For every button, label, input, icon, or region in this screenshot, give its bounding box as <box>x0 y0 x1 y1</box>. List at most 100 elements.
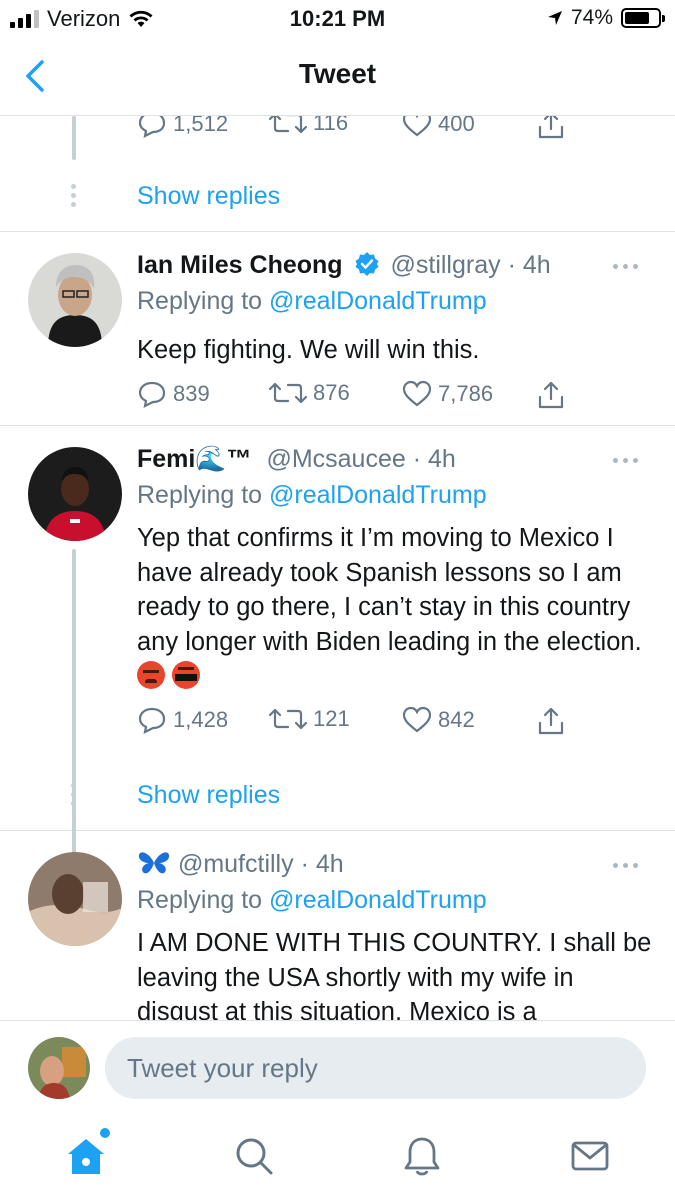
tab-messages[interactable] <box>568 1134 612 1178</box>
more-options-button[interactable] <box>613 261 645 271</box>
reply-input[interactable] <box>105 1037 646 1099</box>
retweet-count: 121 <box>313 706 350 731</box>
replying-prefix: Replying to <box>137 481 263 509</box>
tweet-time: · 4h <box>507 251 551 279</box>
heart-icon <box>402 380 432 407</box>
notification-dot <box>100 1128 110 1138</box>
share-icon <box>538 116 564 139</box>
share-button[interactable] <box>537 116 565 140</box>
reply-icon <box>138 707 166 734</box>
show-replies-link[interactable]: Show replies <box>137 781 280 810</box>
reply-count: 1,512 <box>173 116 229 136</box>
reply-button[interactable]: 1,428 <box>137 706 228 734</box>
verified-badge-icon <box>355 252 379 276</box>
avatar[interactable] <box>28 852 122 946</box>
tweet-text: I AM DONE WITH THIS COUNTRY. I shall be … <box>137 929 652 1020</box>
retweet-icon <box>269 116 307 134</box>
reply-composer <box>0 1020 675 1116</box>
more-replies-dots <box>71 783 77 806</box>
thread-line <box>72 116 76 160</box>
nav-bar: Tweet <box>0 40 675 116</box>
like-count: 7,786 <box>438 381 494 406</box>
reply-feed[interactable]: 1,512 116 400 Show replies Ian Miles Che… <box>0 116 675 1020</box>
retweet-button[interactable]: 121 <box>269 706 350 732</box>
mention-link[interactable]: @realDonaldTrump <box>269 481 487 509</box>
bottom-tab-bar <box>0 1116 675 1200</box>
tweet-actions: 839 876 7,786 <box>137 380 577 414</box>
tweet-item[interactable]: @mufctilly · 4h Replying to @realDonaldT… <box>0 832 675 1020</box>
retweet-count: 876 <box>313 380 350 405</box>
tweet-header: Ian Miles Cheong @stillgray · 4h <box>137 251 551 280</box>
angry-face-icon <box>137 661 165 689</box>
battery-icon <box>621 8 665 28</box>
tweet-time: · 4h <box>300 850 344 878</box>
replying-to: Replying to @realDonaldTrump <box>137 886 487 915</box>
share-icon <box>538 707 564 735</box>
like-button[interactable]: 400 <box>402 116 475 138</box>
tweet-actions: 1,428 121 842 <box>137 706 577 740</box>
notifications-icon <box>404 1137 440 1176</box>
mention-link[interactable]: @realDonaldTrump <box>269 886 487 914</box>
retweet-icon <box>269 382 307 404</box>
cursing-face-icon <box>172 661 201 689</box>
heart-icon <box>402 706 432 733</box>
search-icon <box>236 1138 273 1175</box>
tab-notifications[interactable] <box>400 1134 444 1178</box>
replying-to: Replying to @realDonaldTrump <box>137 481 487 510</box>
replying-prefix: Replying to <box>137 287 263 315</box>
user-handle[interactable]: @mufctilly <box>178 850 294 878</box>
avatar[interactable] <box>28 253 122 347</box>
page-title: Tweet <box>298 58 377 89</box>
butterfly-icon <box>138 852 170 874</box>
tweet-header: Femi🌊™ @Mcsaucee · 4h <box>137 445 456 474</box>
avatar-image <box>28 852 122 946</box>
tweet-body: Yep that confirms it I’m moving to Mexic… <box>137 521 657 694</box>
reply-icon <box>138 381 166 408</box>
tweet-text: Keep fighting. We will win this. <box>137 336 480 364</box>
reply-button[interactable]: 1,512 <box>137 116 228 138</box>
retweet-icon <box>269 708 307 730</box>
avatar-image <box>28 1037 90 1099</box>
display-name[interactable]: Femi🌊™ <box>137 445 251 473</box>
retweet-button[interactable]: 876 <box>269 380 350 406</box>
messages-icon <box>571 1141 609 1171</box>
user-handle[interactable]: @stillgray <box>391 251 501 279</box>
retweet-count: 116 <box>313 116 349 135</box>
tweet-text: Yep that confirms it I’m moving to Mexic… <box>137 524 642 656</box>
retweet-button[interactable]: 116 <box>269 116 348 136</box>
avatar-image <box>28 447 122 541</box>
more-options-button[interactable] <box>613 455 645 465</box>
tab-home[interactable] <box>64 1128 110 1178</box>
share-button[interactable] <box>537 706 565 736</box>
show-replies-link[interactable]: Show replies <box>137 182 280 211</box>
like-count: 842 <box>438 707 475 732</box>
location-arrow-icon <box>547 11 562 25</box>
current-user-avatar[interactable] <box>28 1037 90 1099</box>
like-button[interactable]: 842 <box>402 706 475 734</box>
share-button[interactable] <box>537 380 565 410</box>
heart-icon <box>402 116 432 137</box>
avatar-image <box>28 253 122 347</box>
tweet-item[interactable]: Femi🌊™ @Mcsaucee · 4h Replying to @realD… <box>0 427 675 877</box>
mention-link[interactable]: @realDonaldTrump <box>269 287 487 315</box>
status-bar: Verizon 10:21 PM 74% <box>0 0 675 40</box>
tweet-actions: 1,512 116 400 <box>137 116 577 144</box>
avatar[interactable] <box>28 447 122 541</box>
tweet-time: · 4h <box>412 445 456 473</box>
reply-button[interactable]: 839 <box>137 380 210 408</box>
tweet-item[interactable]: Ian Miles Cheong @stillgray · 4h Replyin… <box>0 233 675 426</box>
home-icon <box>68 1139 104 1174</box>
share-icon <box>538 381 564 409</box>
like-button[interactable]: 7,786 <box>402 380 493 408</box>
like-count: 400 <box>438 116 475 136</box>
user-handle[interactable]: @Mcsaucee <box>266 445 405 473</box>
display-name[interactable]: Ian Miles Cheong <box>137 251 343 279</box>
partial-tweet: 1,512 116 400 Show replies <box>0 116 675 232</box>
more-options-button[interactable] <box>613 860 645 870</box>
thread-line <box>72 549 76 877</box>
replying-to: Replying to @realDonaldTrump <box>137 287 487 316</box>
tweet-header: @mufctilly · 4h <box>137 850 344 879</box>
more-replies-dots <box>71 184 77 207</box>
tab-search[interactable] <box>232 1134 276 1178</box>
battery-percent: 74% <box>570 6 613 29</box>
